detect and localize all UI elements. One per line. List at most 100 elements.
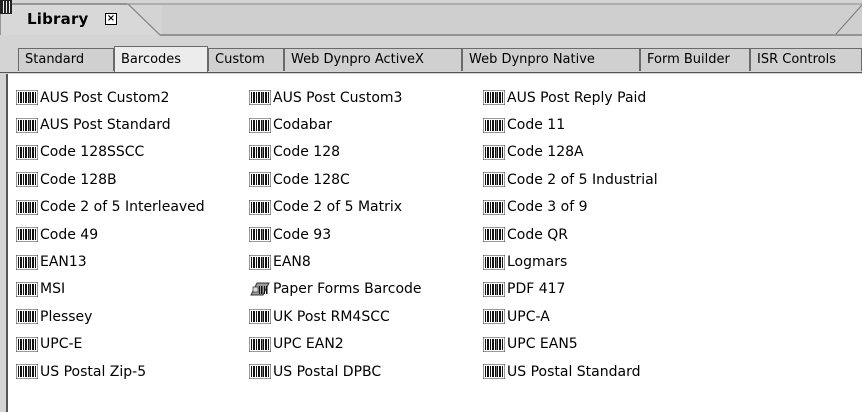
palette-item[interactable]: AUS Post Standard bbox=[16, 111, 205, 138]
tab-custom[interactable]: Custom bbox=[208, 48, 284, 71]
palette-item-label: AUS Post Custom2 bbox=[40, 89, 170, 106]
palette-item-label: MSI bbox=[40, 281, 66, 298]
tab-isr-controls[interactable]: ISR Controls bbox=[750, 48, 862, 71]
barcode-icon bbox=[483, 172, 507, 188]
palette-item[interactable]: AUS Post Reply Paid bbox=[483, 84, 658, 111]
palette-item[interactable]: Code QR bbox=[483, 221, 658, 248]
palette-item-label: Code 128C bbox=[273, 171, 350, 188]
palette-item[interactable]: US Postal Standard bbox=[483, 358, 658, 385]
barcode-icon bbox=[16, 309, 40, 325]
palette-item[interactable]: AUS Post Custom2 bbox=[16, 84, 205, 111]
palette-item[interactable]: Logmars bbox=[483, 248, 658, 275]
palette-item[interactable]: Code 49 bbox=[16, 221, 205, 248]
barcode-icon bbox=[483, 227, 507, 243]
palette-item-label: UPC EAN5 bbox=[507, 336, 578, 353]
palette-item-label: UPC-A bbox=[507, 308, 550, 325]
palette-item[interactable]: Plessey bbox=[16, 303, 205, 330]
palette-item[interactable]: AUS Post Custom3 bbox=[249, 84, 422, 111]
tab-standard[interactable]: Standard bbox=[18, 48, 114, 71]
palette-item-label: UK Post RM4SCC bbox=[273, 308, 390, 325]
barcode-icon bbox=[483, 254, 507, 270]
palette-item[interactable]: Code 128A bbox=[483, 139, 658, 166]
barcode-icon bbox=[16, 336, 40, 352]
barcode-icon bbox=[16, 117, 40, 133]
palette-item[interactable]: UPC EAN2 bbox=[249, 331, 422, 358]
barcode-icon bbox=[16, 254, 40, 270]
palette-item[interactable]: US Postal DPBC bbox=[249, 358, 422, 385]
palette-item-label: UPC EAN2 bbox=[273, 336, 344, 353]
palette-item[interactable]: US Postal Zip-5 bbox=[16, 358, 205, 385]
palette-tab-bar: Standard Barcodes Custom Web Dynpro Acti… bbox=[0, 44, 862, 73]
barcode-icon bbox=[16, 364, 40, 380]
barcode-icon bbox=[483, 309, 507, 325]
palette-item[interactable]: EAN13 bbox=[16, 248, 205, 275]
barcode-icon bbox=[16, 281, 40, 297]
title-tab-shape bbox=[0, 3, 862, 36]
palette-item-label: EAN13 bbox=[40, 254, 87, 271]
palette-item[interactable]: EAN8 bbox=[249, 248, 422, 275]
palette-item[interactable]: UK Post RM4SCC bbox=[249, 303, 422, 330]
palette-item[interactable]: Paper Forms Barcode bbox=[249, 276, 422, 303]
palette-item[interactable]: Code 2 of 5 Matrix bbox=[249, 194, 422, 221]
paper-forms-barcode-icon bbox=[249, 281, 273, 297]
barcode-icon bbox=[483, 117, 507, 133]
tab-barcodes[interactable]: Barcodes bbox=[114, 46, 208, 72]
barcode-icon bbox=[249, 117, 273, 133]
palette-item[interactable]: Code 3 of 9 bbox=[483, 194, 658, 221]
palette-item-label: Code 93 bbox=[273, 226, 332, 243]
palette-column-1: AUS Post Custom2 AUS Post Standard Code 12… bbox=[16, 84, 205, 385]
barcode-icon bbox=[483, 336, 507, 352]
palette-item[interactable]: UPC-E bbox=[16, 331, 205, 358]
library-panel-tab[interactable]: Library × bbox=[0, 0, 862, 36]
palette-item[interactable]: Code 11 bbox=[483, 111, 658, 138]
barcode-icon bbox=[249, 144, 273, 160]
barcode-icon bbox=[249, 172, 273, 188]
palette-item[interactable]: MSI bbox=[16, 276, 205, 303]
palette-item-label: Code 2 of 5 Interleaved bbox=[40, 199, 205, 216]
barcode-icon bbox=[16, 199, 40, 215]
barcode-icon bbox=[16, 144, 40, 160]
palette-item-label: Code 3 of 9 bbox=[507, 199, 588, 216]
tab-web-dynpro-activex[interactable]: Web Dynpro ActiveX bbox=[284, 48, 462, 71]
palette-item[interactable]: Code 128B bbox=[16, 166, 205, 193]
close-icon[interactable]: × bbox=[105, 13, 117, 25]
palette-item-label: Code 128 bbox=[273, 144, 341, 161]
palette-item[interactable]: Codabar bbox=[249, 111, 422, 138]
palette-item[interactable]: Code 2 of 5 Industrial bbox=[483, 166, 658, 193]
palette-item[interactable]: Code 128SSCC bbox=[16, 139, 205, 166]
palette-item-label: UPC-E bbox=[40, 336, 83, 353]
palette-item[interactable]: Code 128 bbox=[249, 139, 422, 166]
barcode-icon bbox=[249, 364, 273, 380]
palette-item[interactable]: UPC EAN5 bbox=[483, 331, 658, 358]
palette-item[interactable]: PDF 417 bbox=[483, 276, 658, 303]
palette-item-label: Paper Forms Barcode bbox=[273, 281, 422, 298]
tab-form-builder[interactable]: Form Builder bbox=[640, 48, 750, 71]
palette-item[interactable]: Code 93 bbox=[249, 221, 422, 248]
palette-item-label: Code 11 bbox=[507, 117, 566, 134]
barcode-icon bbox=[249, 309, 273, 325]
palette-item-label: Code 49 bbox=[40, 226, 99, 243]
palette-item[interactable]: Code 128C bbox=[249, 166, 422, 193]
barcode-icon bbox=[483, 90, 507, 106]
tab-web-dynpro-native[interactable]: Web Dynpro Native bbox=[462, 48, 640, 71]
palette-item[interactable]: Code 2 of 5 Interleaved bbox=[16, 194, 205, 221]
palette-item-label: EAN8 bbox=[273, 254, 311, 271]
palette-item-label: Codabar bbox=[273, 117, 333, 134]
palette-item-label: Code 2 of 5 Industrial bbox=[507, 171, 658, 188]
panel-title: Library bbox=[27, 10, 89, 28]
palette-item-label: US Postal Standard bbox=[507, 363, 641, 380]
palette-item-label: PDF 417 bbox=[507, 281, 566, 298]
palette-item-label: Code 128B bbox=[40, 171, 117, 188]
palette-item-label: US Postal Zip-5 bbox=[40, 363, 147, 380]
library-title-bar: Library × bbox=[0, 0, 862, 36]
palette-column-3: AUS Post Reply Paid Code 11 Code 128A Code … bbox=[483, 84, 658, 385]
palette-column-2: AUS Post Custom3 Codabar Code 128 Code 128C… bbox=[249, 84, 422, 385]
barcode-icon bbox=[16, 227, 40, 243]
palette-item[interactable]: UPC-A bbox=[483, 303, 658, 330]
palette-item-label: Plessey bbox=[40, 308, 93, 325]
barcode-icon bbox=[483, 199, 507, 215]
barcode-icon bbox=[249, 336, 273, 352]
palette-item-label: Code 2 of 5 Matrix bbox=[273, 199, 403, 216]
library-icon bbox=[0, 0, 12, 14]
barcode-icon bbox=[16, 172, 40, 188]
